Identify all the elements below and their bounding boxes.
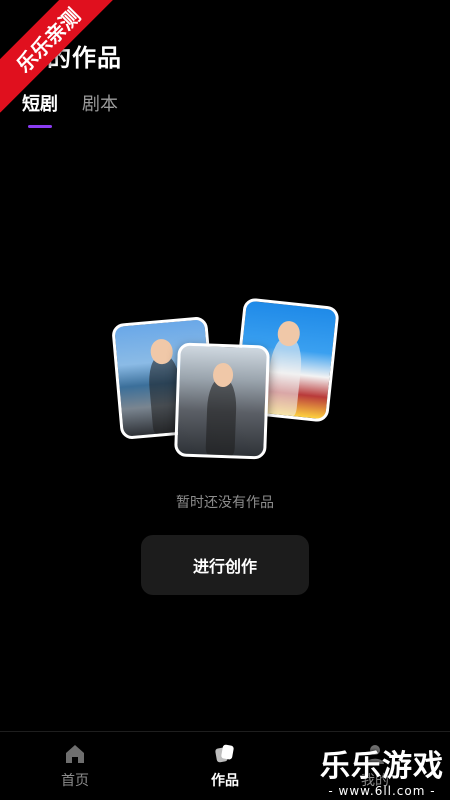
- start-creating-button[interactable]: 进行创作: [141, 535, 309, 595]
- nav-item-works[interactable]: 作品: [150, 732, 300, 800]
- watermark-logo: 乐乐游戏 - www.6ll.com -: [320, 749, 444, 799]
- tab-script[interactable]: 剧本: [82, 90, 118, 116]
- works-icon: [213, 742, 237, 766]
- empty-state-illustration: [110, 296, 340, 466]
- home-icon: [63, 742, 87, 766]
- watermark-url: - www.6ll.com -: [328, 784, 436, 798]
- tab-short-drama[interactable]: 短剧: [22, 90, 58, 116]
- empty-state-message: 暂时还没有作品: [176, 495, 274, 511]
- nav-item-home[interactable]: 首页: [0, 732, 150, 800]
- sample-photo-street: [174, 342, 270, 460]
- nav-label-home: 首页: [61, 773, 89, 789]
- tab-bar: 短剧 剧本: [22, 90, 118, 116]
- nav-label-works: 作品: [211, 773, 239, 789]
- watermark-title: 乐乐游戏: [320, 749, 444, 784]
